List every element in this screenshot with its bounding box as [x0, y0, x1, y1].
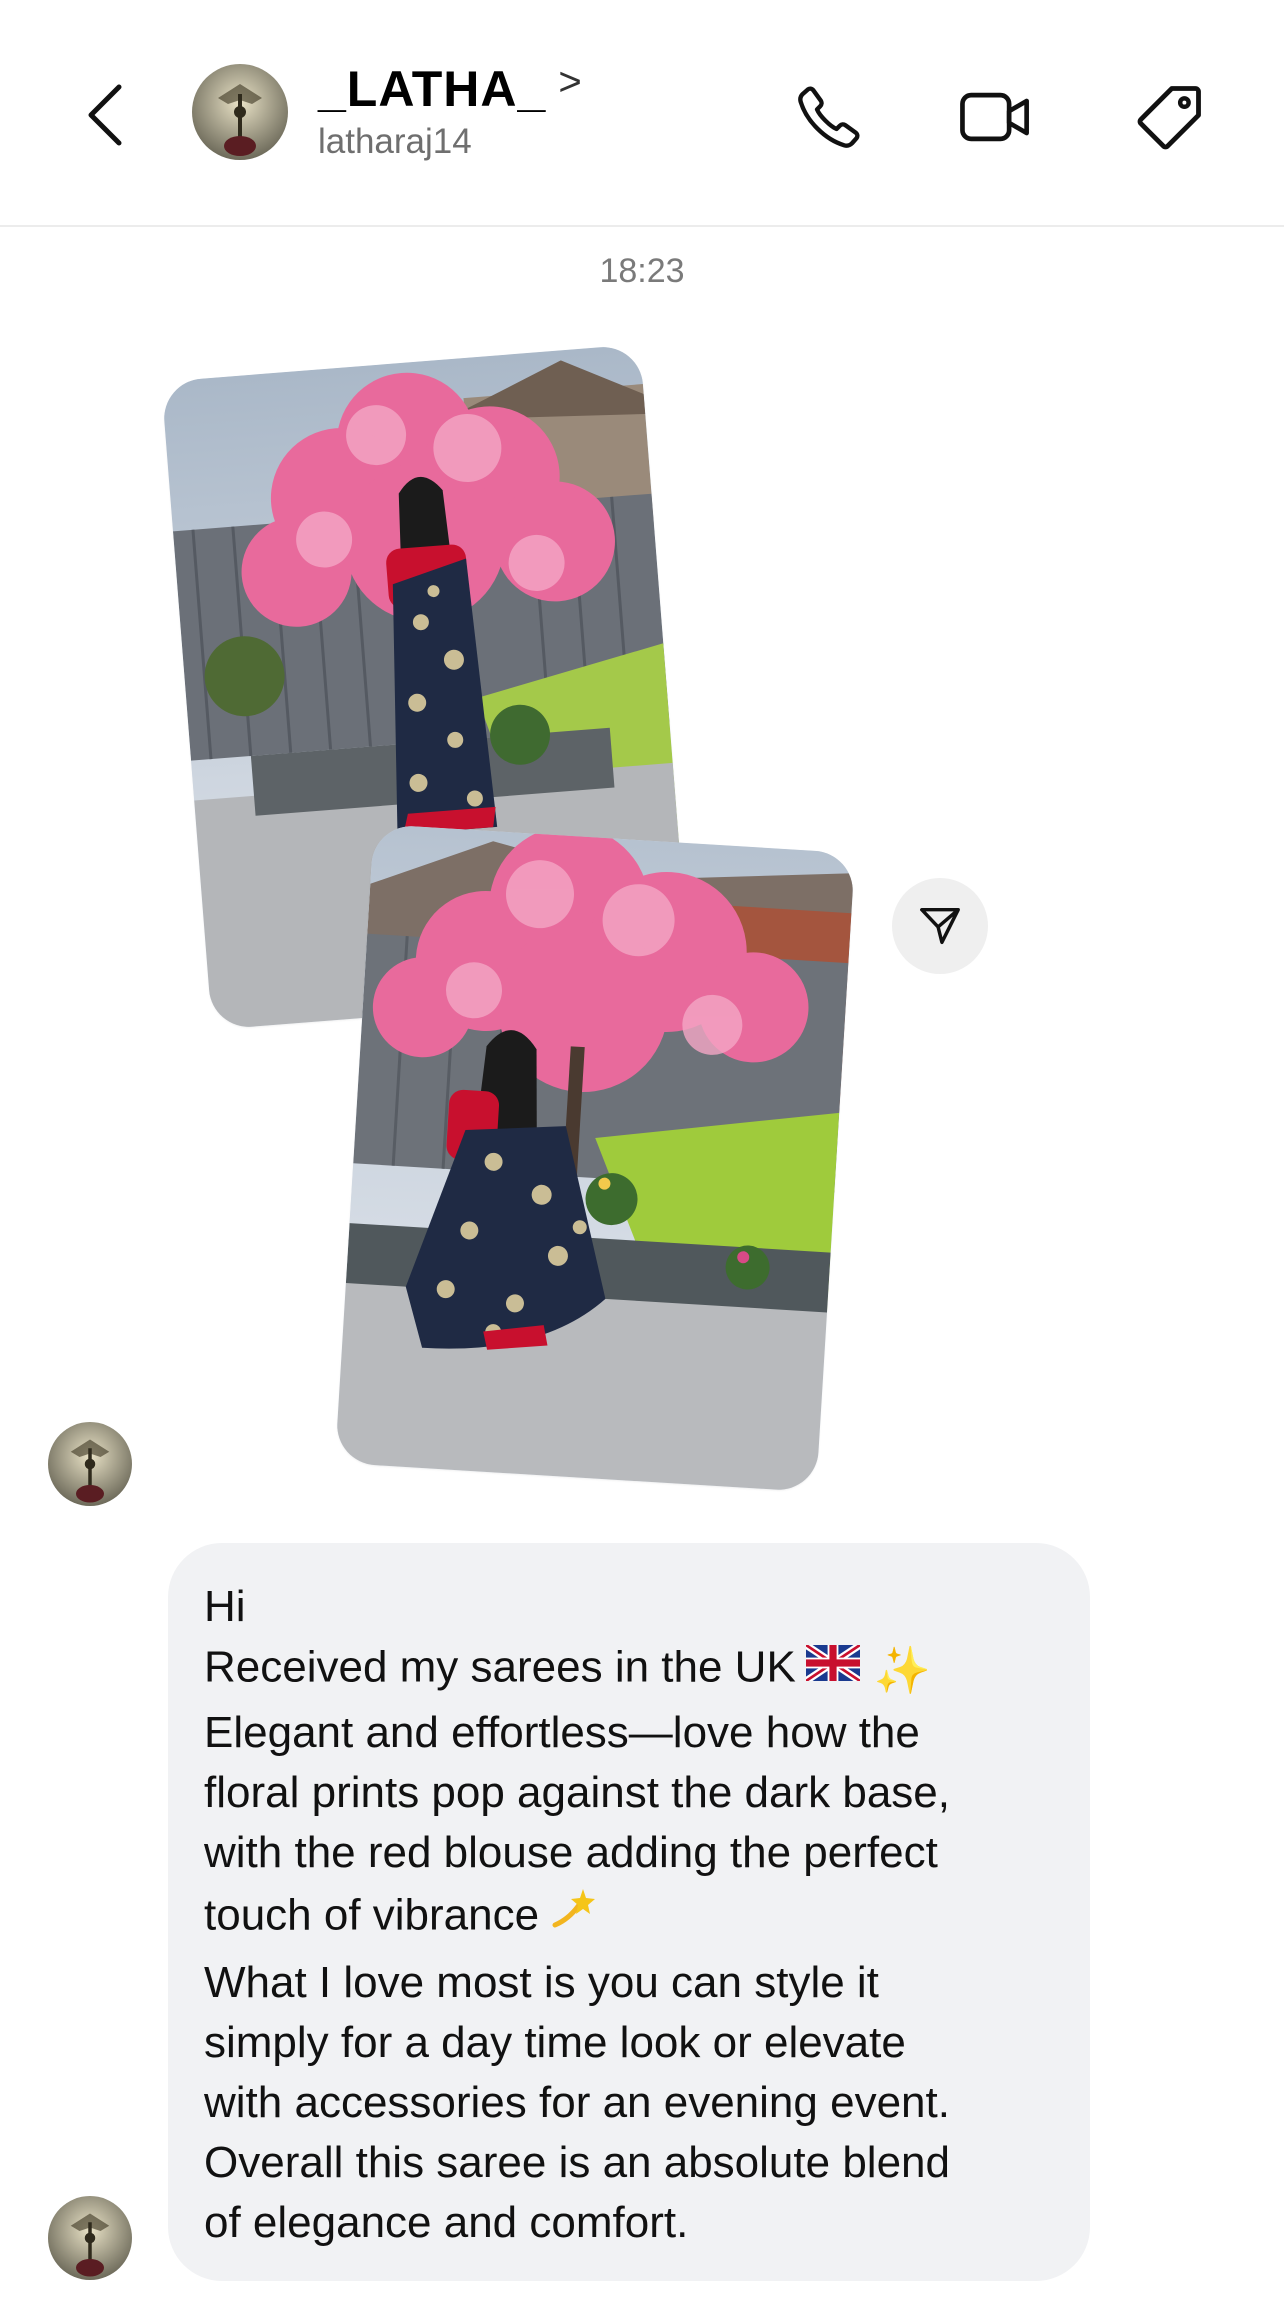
message-line: Hi — [204, 1582, 246, 1631]
dizzy-star-icon — [549, 1883, 597, 1947]
sender-avatar[interactable] — [48, 1422, 132, 1506]
message-line: with accessories for an evening event. — [204, 2078, 950, 2127]
message-line: floral prints pop against the dark base, — [204, 1768, 951, 1817]
contact-username: latharaj14 — [318, 122, 472, 161]
photo-attachment-sitting[interactable] — [334, 823, 856, 1493]
sparkles-icon: ✨ — [873, 1644, 932, 1696]
phone-icon — [798, 86, 860, 148]
message-timestamp: 18:23 — [599, 252, 685, 290]
back-icon — [88, 84, 122, 146]
message-line: touch of vibrance — [204, 1883, 1054, 1953]
share-button[interactable] — [892, 878, 988, 974]
chevron-right-icon: > — [558, 59, 582, 104]
message-line: Overall this saree is an absolute blend — [204, 2138, 950, 2187]
call-button[interactable] — [784, 72, 874, 162]
tag-icon — [1137, 86, 1201, 150]
contact-info[interactable]: _LATHA_ > latharaj14 — [318, 60, 582, 162]
back-button[interactable] — [70, 70, 140, 160]
sender-avatar[interactable] — [48, 2196, 132, 2280]
message-line: Received my sarees in the UK ✨ — [204, 1637, 1054, 1703]
message-line: with the red blouse adding the perfect — [204, 1828, 938, 1877]
chat-header: _LATHA_ > latharaj14 — [0, 0, 1284, 227]
contact-name: _LATHA_ — [318, 61, 547, 117]
message-bubble[interactable]: Hi Received my sarees in the UK ✨ Elegant… — [168, 1543, 1090, 2281]
avatar[interactable] — [192, 64, 288, 160]
send-icon — [920, 907, 960, 945]
message-line: Elegant and effortless—love how the — [204, 1708, 920, 1757]
uk-flag-icon — [803, 1637, 862, 1697]
video-camera-icon — [960, 92, 1029, 142]
message-line: simply for a day time look or elevate — [204, 2018, 906, 2067]
tag-button[interactable] — [1125, 72, 1215, 162]
video-call-button[interactable] — [951, 72, 1041, 162]
message-line: What I love most is you can style it — [204, 1958, 879, 2007]
message-line: of elegance and comfort. — [204, 2198, 689, 2247]
